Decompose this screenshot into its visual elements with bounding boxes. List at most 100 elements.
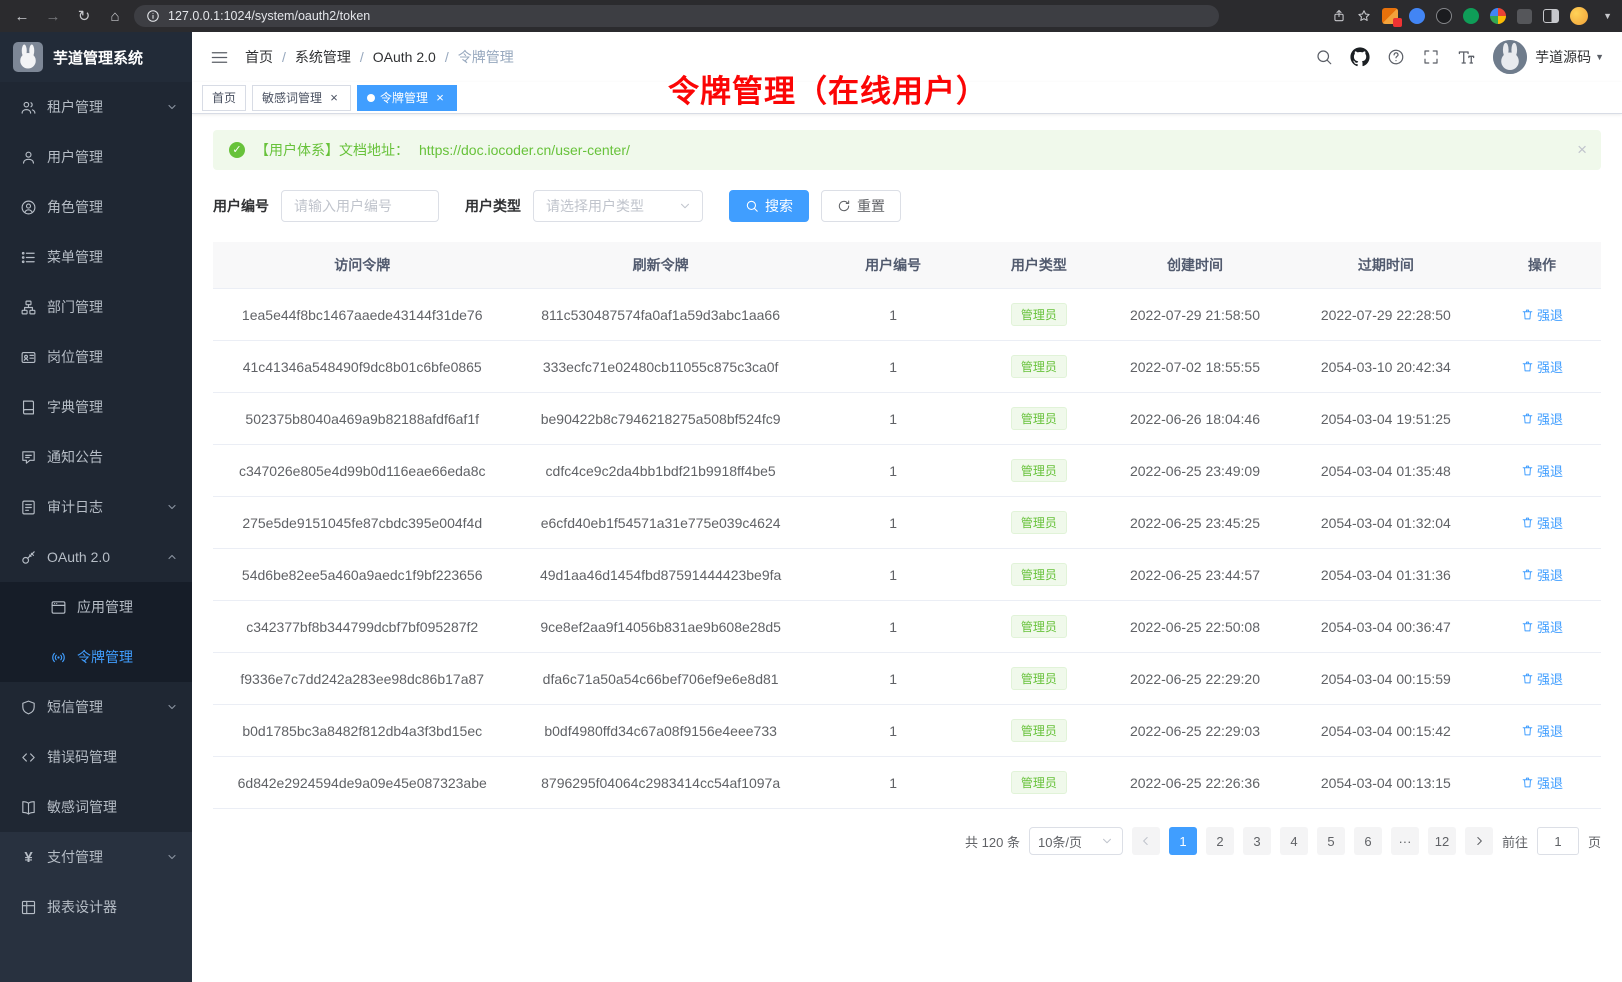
reload-button[interactable]: ↻ — [72, 4, 96, 28]
force-logout-button[interactable]: 强退 — [1521, 461, 1563, 480]
page-button-5[interactable]: 5 — [1317, 827, 1345, 855]
collapse-sidebar-icon[interactable] — [210, 48, 229, 67]
table-row: 54d6be82ee5a460a9aedc1f9bf223656 49d1aa4… — [213, 549, 1601, 601]
code-icon — [20, 749, 37, 766]
sidebar-item-post[interactable]: 岗位管理 — [0, 332, 192, 382]
page-ellipsis-button[interactable]: ··· — [1391, 827, 1419, 855]
breadcrumb-item-home[interactable]: 首页 — [245, 47, 273, 67]
sidebar-item-report-designer[interactable]: 报表设计器 — [0, 882, 192, 932]
page-button-2[interactable]: 2 — [1206, 827, 1234, 855]
force-logout-button[interactable]: 强退 — [1521, 305, 1563, 324]
sidebar-item-label: 字典管理 — [47, 397, 103, 417]
chevron-down-icon[interactable]: ▼ — [1603, 11, 1612, 21]
action-cell: 强退 — [1483, 653, 1601, 705]
sidebar-item-role[interactable]: 角色管理 — [0, 182, 192, 232]
table-row: 41c41346a548490f9dc8b01c6bfe0865 333ecfc… — [213, 341, 1601, 393]
user-type-select[interactable]: 请选择用户类型 — [533, 190, 703, 222]
access-token-cell: 1ea5e44f8bc1467aaede43144f31de76 — [213, 289, 511, 341]
sidebar-item-label: 岗位管理 — [47, 347, 103, 367]
github-icon[interactable] — [1350, 47, 1370, 67]
user-id-input[interactable] — [281, 190, 439, 222]
address-bar[interactable]: 127.0.0.1:1024/system/oauth2/token — [134, 5, 1219, 27]
tab-token[interactable]: 令牌管理 × — [357, 85, 457, 111]
browser-profile-avatar[interactable] — [1570, 7, 1588, 25]
sidebar-item-dict[interactable]: 字典管理 — [0, 382, 192, 432]
page-button-12[interactable]: 12 — [1428, 827, 1456, 855]
sidebar-item-sensitive-word[interactable]: 敏感词管理 — [0, 782, 192, 832]
sidebar-item-notice[interactable]: 通知公告 — [0, 432, 192, 482]
close-icon[interactable]: × — [433, 91, 447, 105]
app-logo[interactable]: 芋道管理系统 — [0, 32, 192, 82]
sidebar-item-error-code[interactable]: 错误码管理 — [0, 732, 192, 782]
search-icon[interactable] — [1315, 48, 1333, 66]
force-logout-button[interactable]: 强退 — [1521, 513, 1563, 532]
force-logout-button[interactable]: 强退 — [1521, 721, 1563, 740]
breadcrumb-item-system[interactable]: 系统管理 — [295, 47, 351, 67]
yen-icon: ¥ — [20, 849, 37, 866]
extension-icon[interactable] — [1436, 8, 1452, 24]
breadcrumb-item-oauth[interactable]: OAuth 2.0 — [373, 49, 436, 65]
breadcrumb-separator: / — [445, 49, 449, 65]
refresh-token-cell: cdfc4ce9c2da4bb1bdf21b9918ff4be5 — [511, 445, 809, 497]
goto-page-input[interactable] — [1537, 827, 1579, 855]
force-logout-button[interactable]: 强退 — [1521, 565, 1563, 584]
sidebar-item-tenant[interactable]: 租户管理 — [0, 82, 192, 132]
sidebar-item-oauth-app[interactable]: 应用管理 — [0, 582, 192, 632]
user-type-badge: 管理员 — [1011, 615, 1067, 638]
fullscreen-icon[interactable] — [1422, 48, 1440, 66]
search-button[interactable]: 搜索 — [729, 190, 809, 222]
shield-icon — [20, 699, 37, 716]
extension-icon[interactable] — [1382, 8, 1398, 24]
close-icon[interactable]: × — [1577, 140, 1587, 160]
split-view-icon[interactable] — [1543, 9, 1559, 23]
force-logout-button[interactable]: 强退 — [1521, 409, 1563, 428]
token-table: 访问令牌 刷新令牌 用户编号 用户类型 创建时间 过期时间 操作 1ea5e44… — [213, 242, 1601, 809]
tab-home[interactable]: 首页 — [202, 85, 246, 111]
forward-button[interactable]: → — [41, 4, 65, 28]
expire-time-cell: 2054-03-04 01:32:04 — [1289, 497, 1483, 549]
page-size-select[interactable]: 10条/页 — [1029, 827, 1123, 855]
sidebar-item-dept[interactable]: 部门管理 — [0, 282, 192, 332]
page-button-6[interactable]: 6 — [1354, 827, 1382, 855]
next-page-button[interactable] — [1465, 827, 1493, 855]
back-button[interactable]: ← — [10, 4, 34, 28]
sidebar-item-pay[interactable]: ¥ 支付管理 — [0, 832, 192, 882]
force-logout-button[interactable]: 强退 — [1521, 357, 1563, 376]
help-icon[interactable] — [1387, 48, 1405, 66]
close-icon[interactable]: × — [327, 91, 341, 105]
force-logout-button[interactable]: 强退 — [1521, 617, 1563, 636]
breadcrumb: 首页 / 系统管理 / OAuth 2.0 / 令牌管理 — [245, 47, 514, 67]
user-type-badge: 管理员 — [1011, 303, 1067, 326]
sidebar-item-oauth-token[interactable]: 令牌管理 — [0, 632, 192, 682]
force-logout-button[interactable]: 强退 — [1521, 773, 1563, 792]
extension-icon[interactable] — [1409, 8, 1425, 24]
chevron-down-icon — [678, 199, 692, 213]
prev-page-button[interactable] — [1132, 827, 1160, 855]
home-button[interactable]: ⌂ — [103, 4, 127, 28]
sidebar-item-oauth[interactable]: OAuth 2.0 — [0, 532, 192, 582]
user-type-cell: 管理员 — [976, 705, 1101, 757]
share-icon[interactable] — [1332, 9, 1346, 23]
doc-link[interactable]: https://doc.iocoder.cn/user-center/ — [419, 142, 630, 158]
search-icon — [745, 199, 759, 213]
refresh-token-cell: 333ecfc71e02480cb11055c875c3ca0f — [511, 341, 809, 393]
sidebar-item-user[interactable]: 用户管理 — [0, 132, 192, 182]
page-button-4[interactable]: 4 — [1280, 827, 1308, 855]
extension-icon[interactable] — [1463, 8, 1479, 24]
bookmark-star-icon[interactable] — [1357, 9, 1371, 23]
user-menu[interactable]: 芋道源码 ▼ — [1493, 40, 1604, 74]
sidebar-item-menu[interactable]: 菜单管理 — [0, 232, 192, 282]
force-logout-button[interactable]: 强退 — [1521, 669, 1563, 688]
username: 芋道源码 — [1535, 47, 1591, 67]
extensions-puzzle-icon[interactable] — [1517, 9, 1532, 24]
access-token-cell: 502375b8040a469a9b82188afdf6af1f — [213, 393, 511, 445]
page-button-1[interactable]: 1 — [1169, 827, 1197, 855]
sidebar-item-audit-log[interactable]: 审计日志 — [0, 482, 192, 532]
extension-icon[interactable] — [1490, 8, 1506, 24]
tab-sensitive-word[interactable]: 敏感词管理 × — [252, 85, 351, 111]
page-button-3[interactable]: 3 — [1243, 827, 1271, 855]
font-size-icon[interactable] — [1457, 48, 1476, 67]
reset-button[interactable]: 重置 — [821, 190, 901, 222]
sidebar-item-sms[interactable]: 短信管理 — [0, 682, 192, 732]
tab-label: 敏感词管理 — [262, 89, 322, 106]
